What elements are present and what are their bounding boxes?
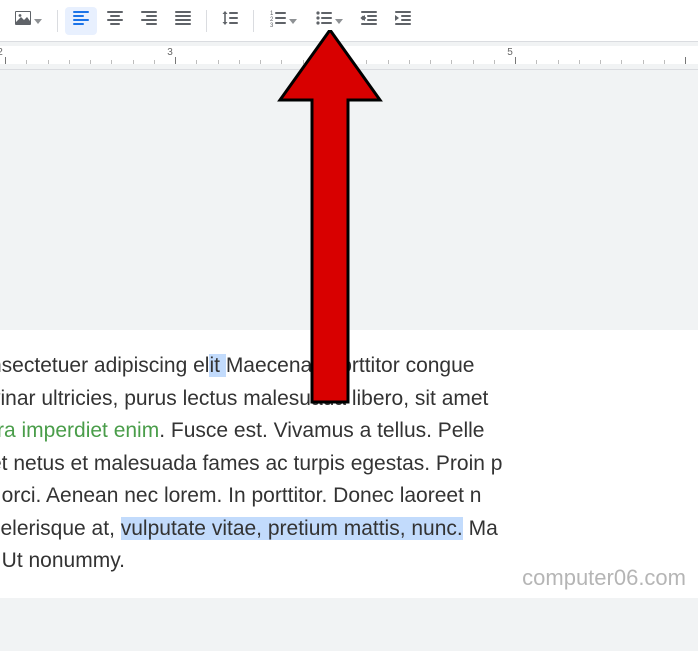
hyperlink-text[interactable]: rra imperdiet enim (0, 419, 159, 442)
line-spacing-icon (221, 9, 239, 32)
align-left-button[interactable] (65, 7, 97, 35)
text-line[interactable]: rra imperdiet enim. Fusce est. Vivamus a… (0, 415, 698, 448)
text-span[interactable]: . Fusce est. Vivamus a tellus. Pelle (159, 419, 484, 442)
text-span[interactable]: Maecenas porttitor congue (226, 354, 475, 377)
indent-increase-button[interactable] (387, 7, 419, 35)
text-span[interactable]: celerisque at, (0, 517, 121, 540)
document-body[interactable]: nsectetuer adipiscing elit Maecenas port… (0, 330, 698, 598)
document-page-area: nsectetuer adipiscing elit Maecenas port… (0, 70, 698, 651)
format-toolbar: 1 2 3 (0, 0, 698, 42)
text-line[interactable]: vinar ultricies, purus lectus malesuada … (0, 383, 698, 416)
numbered-list-button[interactable]: 1 2 3 (261, 7, 305, 35)
line-spacing-button[interactable] (214, 7, 246, 35)
insert-image-button[interactable] (6, 7, 50, 35)
svg-text:3: 3 (270, 23, 274, 27)
text-span[interactable]: . Ut nonummy. (0, 549, 125, 572)
align-left-icon (72, 9, 90, 32)
text-span[interactable]: Ma (463, 517, 498, 540)
indent-decrease-icon (360, 9, 378, 32)
indent-decrease-button[interactable] (353, 7, 385, 35)
text-span[interactable]: et netus et malesuada fames ac turpis eg… (0, 452, 502, 475)
toolbar-separator (253, 10, 254, 32)
numbered-list-icon: 1 2 3 (269, 9, 287, 32)
horizontal-ruler[interactable]: 2 3 4 5 (0, 42, 698, 70)
text-span[interactable]: vinar ultricies, purus lectus malesuada … (0, 387, 488, 410)
bulleted-list-button[interactable] (307, 7, 351, 35)
align-right-button[interactable] (133, 7, 165, 35)
align-justify-button[interactable] (167, 7, 199, 35)
toolbar-separator (206, 10, 207, 32)
ruler-number: 2 (0, 47, 3, 58)
chevron-down-icon (34, 12, 42, 30)
text-span[interactable]: nsectetuer adipiscing el (0, 354, 209, 377)
text-line[interactable]: t orci. Aenean nec lorem. In porttitor. … (0, 480, 698, 513)
bulleted-list-icon (315, 9, 333, 32)
selected-text[interactable]: it (209, 354, 225, 377)
align-justify-icon (174, 9, 192, 32)
ruler-number: 4 (337, 47, 343, 58)
image-icon (14, 9, 32, 32)
align-center-button[interactable] (99, 7, 131, 35)
text-line[interactable]: . Ut nonummy. (0, 545, 698, 578)
indent-increase-icon (394, 9, 412, 32)
chevron-down-icon (289, 12, 297, 30)
text-line[interactable]: et netus et malesuada fames ac turpis eg… (0, 448, 698, 481)
ruler-number: 5 (507, 47, 513, 58)
chevron-down-icon (335, 12, 343, 30)
text-line[interactable]: celerisque at, vulputate vitae, pretium … (0, 513, 698, 546)
ruler-number: 3 (167, 47, 173, 58)
align-center-icon (106, 9, 124, 32)
selected-text[interactable]: vulputate vitae, pretium mattis, nunc. (121, 517, 463, 540)
text-span[interactable]: t orci. Aenean nec lorem. In porttitor. … (0, 484, 481, 507)
text-line[interactable]: nsectetuer adipiscing elit Maecenas port… (0, 350, 698, 383)
align-right-icon (140, 9, 158, 32)
toolbar-separator (57, 10, 58, 32)
